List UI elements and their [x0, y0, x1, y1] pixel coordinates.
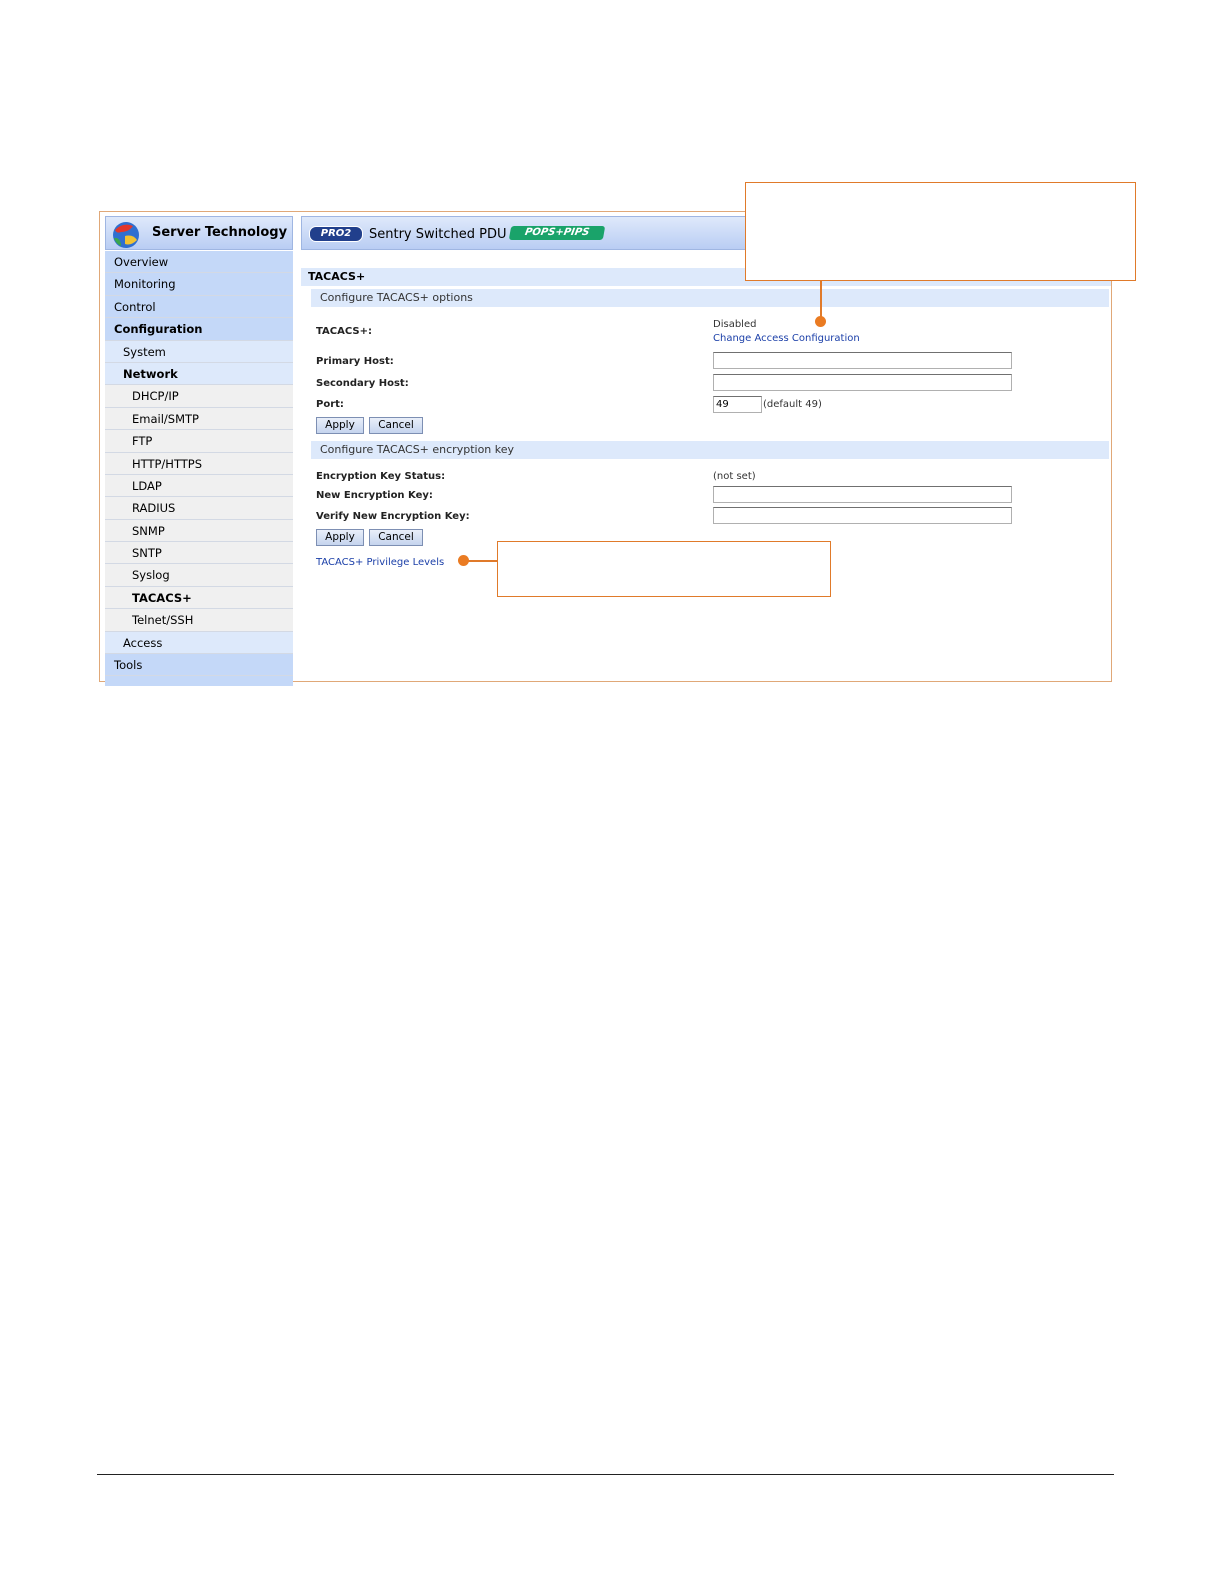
pops-pips-badge: POPS+PIPS: [508, 226, 606, 240]
logo[interactable]: Server Technology: [105, 216, 293, 250]
logo-text: Server Technology: [152, 225, 288, 240]
nav-tools[interactable]: Tools: [105, 654, 293, 677]
nav-overview[interactable]: Overview: [105, 251, 293, 274]
pro2-badge: PRO2: [309, 226, 363, 242]
nav-network[interactable]: Network: [105, 362, 293, 386]
nav-ldap[interactable]: LDAP: [105, 474, 293, 498]
nav-configuration[interactable]: Configuration: [105, 318, 293, 341]
callout-dot-top: [815, 316, 826, 327]
browser-frame: Server Technology Overview Monitoring Co…: [99, 211, 1112, 687]
secondary-host-label: Secondary Host:: [316, 378, 409, 389]
callout-box-bottom: [497, 541, 831, 597]
nav-radius[interactable]: RADIUS: [105, 497, 293, 520]
secondary-host-input[interactable]: [713, 374, 1012, 391]
tacacs-label: TACACS+:: [316, 326, 372, 337]
globe-logo-icon: [113, 222, 139, 248]
sidebar: Server Technology Overview Monitoring Co…: [105, 216, 293, 687]
port-label: Port:: [316, 399, 344, 410]
port-default-hint: (default 49): [763, 399, 822, 410]
verify-encryption-key-label: Verify New Encryption Key:: [316, 511, 470, 522]
main-content: PRO2 Sentry Switched PDU POPS+PIPS TACAC…: [301, 216, 1111, 682]
nav-sntp[interactable]: SNTP: [105, 542, 293, 565]
encryption-cancel-button[interactable]: Cancel: [369, 529, 423, 546]
nav-tacacs[interactable]: TACACS+: [105, 586, 293, 610]
nav-email-smtp[interactable]: Email/SMTP: [105, 407, 293, 431]
nav-access[interactable]: Access: [105, 631, 293, 655]
footer-rule: [97, 1474, 1114, 1475]
port-input[interactable]: [713, 396, 762, 413]
encryption-status-value: (not set): [713, 471, 756, 482]
encryption-section-header: Configure TACACS+ encryption key: [311, 441, 1109, 459]
nav-dhcp-ip[interactable]: DHCP/IP: [105, 385, 293, 408]
new-encryption-key-input[interactable]: [713, 486, 1012, 503]
options-section-header: Configure TACACS+ options: [311, 289, 1109, 307]
nav-syslog[interactable]: Syslog: [105, 564, 293, 587]
change-access-configuration-link[interactable]: Change Access Configuration: [713, 333, 860, 344]
tacacs-privilege-levels-link[interactable]: TACACS+ Privilege Levels: [316, 557, 444, 568]
tacacs-status: Disabled: [713, 319, 757, 330]
nav-menu: Overview Monitoring Control Configuratio…: [105, 251, 293, 687]
encryption-apply-button[interactable]: Apply: [316, 529, 364, 546]
encryption-status-label: Encryption Key Status:: [316, 471, 446, 482]
nav-http-https[interactable]: HTTP/HTTPS: [105, 452, 293, 475]
nav-filler: [105, 676, 293, 687]
nav-monitoring[interactable]: Monitoring: [105, 273, 293, 296]
nav-ftp[interactable]: FTP: [105, 430, 293, 453]
callout-dot-bottom: [458, 555, 469, 566]
callout-box-top: [745, 182, 1136, 281]
new-encryption-key-label: New Encryption Key:: [316, 490, 433, 501]
verify-encryption-key-input[interactable]: [713, 507, 1012, 524]
nav-snmp[interactable]: SNMP: [105, 519, 293, 543]
primary-host-label: Primary Host:: [316, 356, 394, 367]
options-apply-button[interactable]: Apply: [316, 417, 364, 434]
callout-leader-top: [820, 281, 822, 321]
options-cancel-button[interactable]: Cancel: [369, 417, 423, 434]
nav-telnet-ssh[interactable]: Telnet/SSH: [105, 609, 293, 632]
nav-system[interactable]: System: [105, 340, 293, 363]
primary-host-input[interactable]: [713, 352, 1012, 369]
product-title: Sentry Switched PDU: [369, 227, 507, 242]
nav-control[interactable]: Control: [105, 295, 293, 319]
